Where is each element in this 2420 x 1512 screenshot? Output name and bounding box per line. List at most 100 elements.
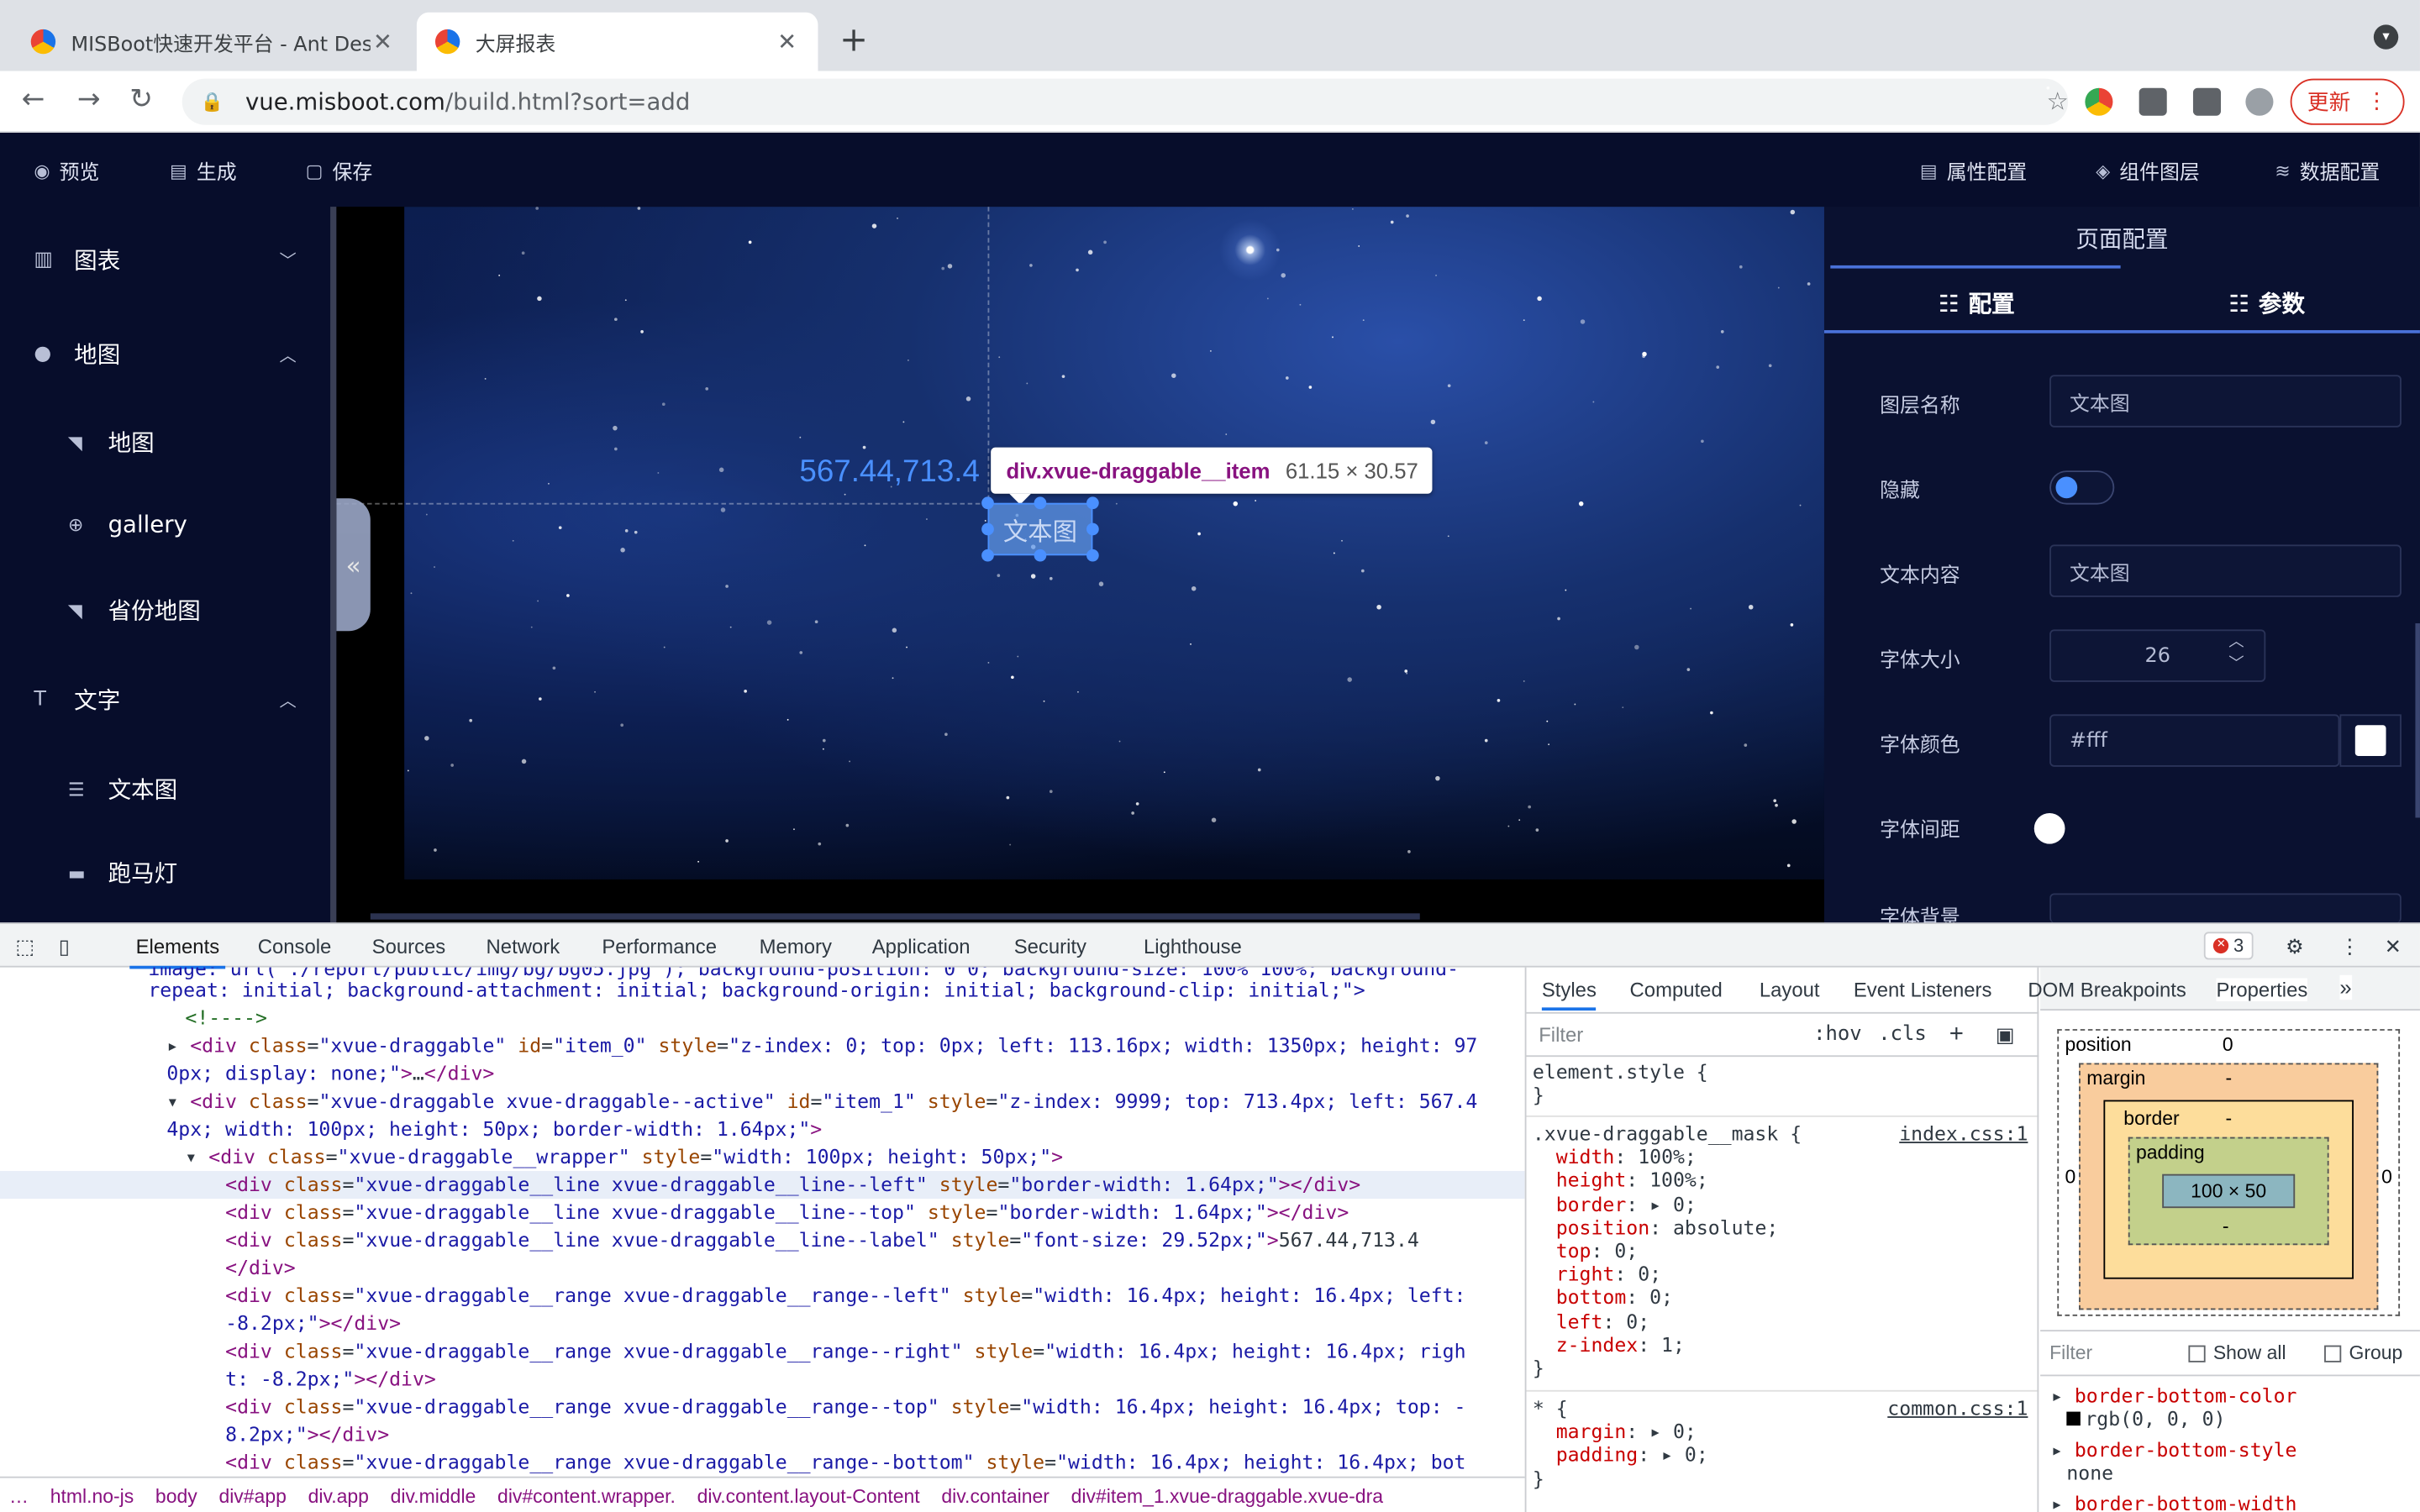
close-tab-icon[interactable]: ✕ [371,28,395,55]
sidebar-scrollbar[interactable] [330,207,337,923]
dom-line[interactable]: repeat: initial; background-attachment: … [0,977,1525,1005]
error-badge[interactable]: ✕ 3 [2203,932,2254,960]
breadcrumb-item[interactable]: html.no-js [50,1485,134,1507]
sidebar-item-marquee[interactable]: ▬ 跑马灯 [68,856,177,889]
resize-handle[interactable] [1034,496,1047,510]
breadcrumb-item[interactable]: div#app [218,1485,286,1507]
rule-mask[interactable]: .xvue-draggable__mask { width: 100%; hei… [1533,1121,1802,1379]
collapse-sidebar-button[interactable]: « [336,498,371,632]
data-config-button[interactable]: ≋ 数据配置 [2275,156,2380,185]
tab-elements[interactable]: Elements [129,935,226,969]
dom-line[interactable]: <!----> [0,1005,1525,1032]
dom-line[interactable]: 4px; width: 100px; height: 50px; border-… [0,1116,1525,1143]
resize-handle[interactable] [1086,549,1099,562]
rule-source-link[interactable]: common.css:1 [1887,1396,2028,1420]
stepper-arrows-icon[interactable]: ︿ ﹀ [2228,633,2244,675]
browser-tab-active[interactable]: 大屏报表 ✕ [416,12,818,71]
close-devtools-icon[interactable]: ✕ [2385,935,2402,959]
rule-source-link[interactable]: index.css:1 [1899,1121,2028,1145]
sidebar-item-gallery[interactable]: ⊕ gallery [68,511,187,538]
breadcrumb-more[interactable]: … [9,1485,29,1507]
tab-params[interactable]: ☷ 参数 [2228,287,2305,320]
breadcrumb-item[interactable]: div.content.layout-Content [697,1485,920,1507]
dom-line[interactable]: </div> [0,1254,1525,1282]
letter-spacing-slider-thumb[interactable] [2033,812,2065,844]
styles-filter[interactable]: Filter :hov .cls + ▣ [1526,1014,2039,1058]
computed-prop-row[interactable]: ▸ border-bottom-width [2051,1492,2296,1512]
dom-line[interactable]: ▾ <div class="xvue-draggable xvue-dragga… [0,1088,1525,1116]
breadcrumb-item[interactable]: div.app [308,1485,369,1507]
show-all-checkbox[interactable] [2188,1344,2206,1362]
translate-extension-icon[interactable] [2139,87,2167,116]
dom-line[interactable]: ▸ <div class="xvue-draggable" id="item_0… [0,1032,1525,1060]
reload-icon[interactable]: ↻ [129,83,153,116]
hidden-toggle[interactable] [2049,470,2115,505]
extension-icon[interactable] [2085,87,2113,116]
resize-handle[interactable] [1086,522,1099,536]
computed-prop-row[interactable]: ▸ border-bottom-color [2051,1384,2296,1408]
sidebar-group-chart[interactable]: ▥ 图表 ﹀ [34,244,296,276]
canvas-scrollbar[interactable] [370,913,1420,920]
breadcrumb-item[interactable]: div#item_1.xvue-draggable.xvue-dra [1071,1485,1383,1507]
dom-line[interactable]: <div class="xvue-draggable__range xvue-d… [0,1282,1525,1310]
color-swatch[interactable] [2339,714,2402,767]
hov-toggle[interactable]: :hov [1813,1023,1862,1047]
bookmark-star-icon[interactable]: ☆ [2046,86,2069,116]
tab-computed[interactable]: Computed [1630,978,1723,1001]
breadcrumb-item[interactable]: div#content.wrapper. [497,1485,676,1507]
layer-name-input[interactable]: 文本图 [2049,375,2402,428]
dom-line[interactable]: -8.2px;"></div> [0,1310,1525,1337]
generate-button[interactable]: ▤ 生成 [170,156,237,185]
rule-element-style[interactable]: element.style { } [1533,1060,1708,1107]
resize-handle[interactable] [981,496,994,510]
resize-handle[interactable] [981,522,994,536]
tab-network[interactable]: Network [487,935,560,958]
design-canvas[interactable]: 567.44,713.4 div.xvue-draggable__item 61.… [336,207,1824,923]
new-tab-icon[interactable]: + [839,22,868,60]
attr-config-button[interactable]: ▤ 属性配置 [1920,156,2027,185]
more-options-icon[interactable]: ⋮ [2339,935,2360,959]
tab-search-icon[interactable]: ▾ [2373,24,2399,50]
profile-avatar-icon[interactable] [2245,87,2274,116]
tab-application[interactable]: Application [872,935,971,958]
text-widget[interactable]: 文本图 [987,502,1093,556]
save-button[interactable]: ▢ 保存 [306,156,373,185]
browser-tab[interactable]: MISBoot快速开发平台 - Ant Design ✕ [13,13,414,71]
tab-styles[interactable]: Styles [1541,978,1597,1011]
tab-memory[interactable]: Memory [760,935,832,958]
add-rule-icon[interactable]: + [1949,1021,1964,1048]
computed-prop-row[interactable]: ▸ border-bottom-style [2051,1438,2296,1462]
breadcrumb-item[interactable]: div.middle [391,1485,476,1507]
dom-line[interactable]: 8.2px;"></div> [0,1421,1525,1449]
tab-security[interactable]: Security [1014,935,1086,958]
dom-line-selected[interactable]: <div class="xvue-draggable__line xvue-dr… [0,1171,1525,1200]
elements-tree[interactable]: image: url("./report/public/img/bg/bg05.… [0,968,1525,1477]
tab-properties[interactable]: Properties [2216,978,2308,1002]
tab-sources[interactable]: Sources [372,935,446,958]
tab-performance[interactable]: Performance [602,935,717,958]
font-color-input[interactable]: #fff [2049,714,2340,767]
close-tab-icon[interactable]: ✕ [775,28,799,55]
layer-button[interactable]: ◈ 组件图层 [2096,156,2200,185]
cls-toggle[interactable]: .cls [1878,1023,1927,1047]
puzzle-extensions-icon[interactable] [2192,87,2222,116]
panel-scrollbar[interactable] [2415,623,2420,818]
dom-line[interactable]: <div class="xvue-draggable__line xvue-dr… [0,1199,1525,1226]
dom-line[interactable]: <div class="xvue-draggable__range xvue-d… [0,1337,1525,1365]
tab-layout[interactable]: Layout [1760,978,1820,1001]
sidebar-item-map[interactable]: ◥ 地图 [68,426,155,459]
forward-icon[interactable]: → [77,83,101,116]
tab-console[interactable]: Console [258,935,332,958]
more-tabs-icon[interactable]: » [2339,974,2352,1000]
address-bar[interactable]: 🔒 vue.misboot.com/build.html?sort=add ☆ [182,78,2069,125]
font-bg-input[interactable] [2049,893,2402,923]
device-toolbar-icon[interactable]: ▯ [59,935,70,959]
text-content-input[interactable]: 文本图 [2049,544,2402,597]
resize-handle[interactable] [981,549,994,562]
tab-lighthouse[interactable]: Lighthouse [1144,935,1242,958]
resize-handle[interactable] [1086,496,1099,510]
dom-line[interactable]: ▾ <div class="xvue-draggable__wrapper" s… [0,1143,1525,1171]
resize-handle[interactable] [1034,549,1047,562]
tab-event-listeners[interactable]: Event Listeners [1854,978,1992,1001]
sidebar-item-text-chart[interactable]: ☰ 文本图 [68,773,177,806]
